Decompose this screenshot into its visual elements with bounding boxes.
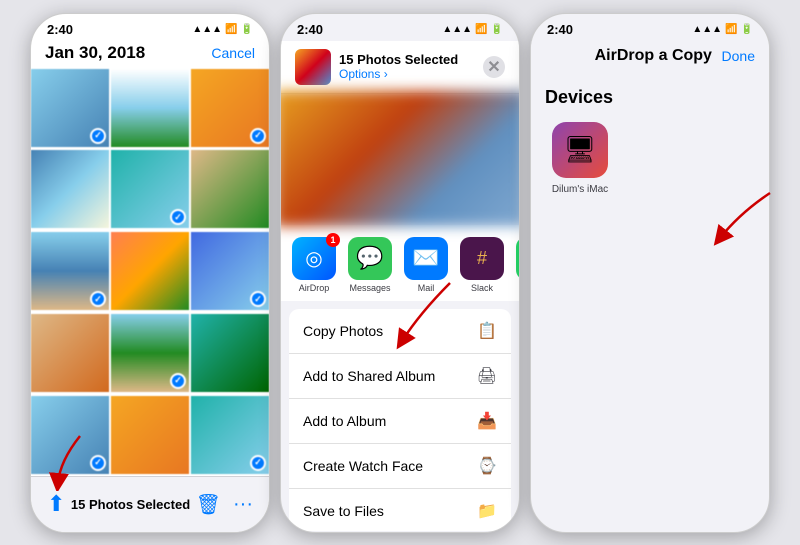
imac-icon[interactable]: 🖥 bbox=[552, 122, 608, 178]
status-icons-3: ▲▲▲ 📶 🔋 bbox=[692, 24, 753, 35]
done-button[interactable]: Done bbox=[722, 48, 755, 64]
add-shared-album-label: Add to Shared Album bbox=[303, 368, 435, 384]
photo-cell[interactable] bbox=[191, 314, 269, 392]
save-to-files-icon: 📁 bbox=[477, 501, 497, 521]
airdrop-label: AirDrop bbox=[299, 283, 330, 293]
photo-cell[interactable] bbox=[191, 232, 269, 310]
more-button[interactable]: ··· bbox=[233, 493, 253, 516]
time-1: 2:40 bbox=[47, 22, 73, 37]
airdrop-header: AirDrop a Copy Done bbox=[531, 41, 769, 71]
wifi-icon: 📶 bbox=[225, 24, 237, 35]
photo-cell[interactable] bbox=[111, 232, 189, 310]
messages-symbol: 💬 bbox=[356, 245, 383, 271]
photo-cell[interactable] bbox=[111, 150, 189, 228]
copy-photos-action[interactable]: Copy Photos 📋 bbox=[289, 309, 511, 354]
copy-photos-label: Copy Photos bbox=[303, 323, 383, 339]
create-watch-face-icon: ⌚ bbox=[477, 456, 497, 476]
photo-cell[interactable] bbox=[111, 314, 189, 392]
device-imac[interactable]: 🖥 Dilum's iMac bbox=[545, 122, 615, 195]
photos-header: Jan 30, 2018 Cancel bbox=[31, 41, 269, 69]
slack-label: Slack bbox=[471, 283, 493, 293]
status-icons-1: ▲▲▲ 📶 🔋 bbox=[192, 24, 253, 35]
app-mail[interactable]: ✉️ Mail bbox=[401, 237, 451, 294]
add-to-album-icon: 📥 bbox=[477, 411, 497, 431]
messages-label: Messages bbox=[349, 283, 390, 293]
selected-count: 15 Photos Selected bbox=[71, 497, 190, 512]
devices-label: Devices bbox=[545, 87, 755, 108]
airdrop-content: Devices 🖥 Dilum's iMac bbox=[531, 71, 769, 211]
close-button[interactable]: ✕ bbox=[483, 56, 505, 78]
share-thumbnail bbox=[295, 49, 331, 85]
mail-label: Mail bbox=[418, 283, 435, 293]
action-icons: 🗑 ··· bbox=[196, 492, 253, 517]
slack-icon[interactable]: # bbox=[460, 237, 504, 281]
photo-cell[interactable] bbox=[111, 69, 189, 147]
screen2-phone: 2:40 ▲▲▲ 📶 🔋 15 Photos Selected Options … bbox=[280, 13, 520, 533]
save-to-files-action[interactable]: Save to Files 📁 bbox=[289, 489, 511, 531]
status-bar-2: 2:40 ▲▲▲ 📶 🔋 bbox=[281, 14, 519, 41]
photo-cell[interactable] bbox=[31, 396, 109, 474]
app-messages[interactable]: 💬 Messages bbox=[345, 237, 395, 294]
share-title-area: 15 Photos Selected Options › bbox=[339, 52, 458, 81]
add-to-album-label: Add to Album bbox=[303, 413, 386, 429]
photo-cell[interactable] bbox=[111, 396, 189, 474]
share-preview-image bbox=[280, 90, 520, 225]
photo-grid bbox=[31, 69, 269, 476]
share-actions-list: Copy Photos 📋 Add to Shared Album 🖨 Add … bbox=[289, 309, 511, 531]
add-shared-album-icon: 🖨 bbox=[477, 366, 497, 386]
time-3: 2:40 bbox=[547, 22, 573, 37]
app-slack[interactable]: # Slack bbox=[457, 237, 507, 294]
photo-cell[interactable] bbox=[191, 150, 269, 228]
imac-symbol: 🖥 bbox=[563, 134, 596, 165]
battery-icon: 🔋 bbox=[241, 24, 253, 35]
share-sheet-header: 15 Photos Selected Options › ✕ bbox=[281, 41, 519, 94]
app-airdrop[interactable]: ◎ 1 AirDrop bbox=[289, 237, 339, 294]
whatsapp-icon[interactable]: 📱 bbox=[516, 237, 519, 281]
signal-icon: ▲▲▲ bbox=[442, 24, 472, 35]
date-label: Jan 30, 2018 bbox=[45, 43, 145, 63]
photo-cell[interactable] bbox=[31, 150, 109, 228]
photo-cell[interactable] bbox=[31, 314, 109, 392]
messages-icon[interactable]: 💬 bbox=[348, 237, 392, 281]
app-whatsapp[interactable]: 📱 Wh... bbox=[513, 237, 519, 294]
options-button[interactable]: Options › bbox=[339, 67, 458, 81]
photo-cell[interactable] bbox=[31, 232, 109, 310]
battery-icon: 🔋 bbox=[741, 24, 753, 35]
status-icons-2: ▲▲▲ 📶 🔋 bbox=[442, 24, 503, 35]
status-bar-1: 2:40 ▲▲▲ 📶 🔋 bbox=[31, 14, 269, 41]
mail-icon[interactable]: ✉️ bbox=[404, 237, 448, 281]
airdrop-symbol: ◎ bbox=[305, 246, 322, 271]
screen1-phone: 2:40 ▲▲▲ 📶 🔋 Jan 30, 2018 Cancel bbox=[30, 13, 270, 533]
save-to-files-label: Save to Files bbox=[303, 503, 384, 519]
status-bar-3: 2:40 ▲▲▲ 📶 🔋 bbox=[531, 14, 769, 41]
create-watch-face-label: Create Watch Face bbox=[303, 458, 423, 474]
add-to-album-action[interactable]: Add to Album 📥 bbox=[289, 399, 511, 444]
mail-symbol: ✉️ bbox=[412, 245, 439, 271]
photo-cell[interactable] bbox=[191, 396, 269, 474]
bottom-bar: ⬆ 15 Photos Selected 🗑 ··· bbox=[31, 476, 269, 532]
wifi-icon: 📶 bbox=[475, 24, 487, 35]
copy-photos-icon: 📋 bbox=[477, 321, 497, 341]
battery-icon: 🔋 bbox=[491, 24, 503, 35]
airdrop-title: AirDrop a Copy bbox=[595, 47, 712, 65]
share-header-left: 15 Photos Selected Options › bbox=[295, 49, 458, 85]
screen3-phone: 2:40 ▲▲▲ 📶 🔋 AirDrop a Copy Done Devices… bbox=[530, 13, 770, 533]
wifi-icon: 📶 bbox=[725, 24, 737, 35]
add-shared-album-action[interactable]: Add to Shared Album 🖨 bbox=[289, 354, 511, 399]
cancel-button[interactable]: Cancel bbox=[211, 45, 255, 61]
airdrop-badge: 1 bbox=[326, 233, 340, 247]
time-2: 2:40 bbox=[297, 22, 323, 37]
slack-symbol: # bbox=[477, 248, 487, 269]
share-button[interactable]: ⬆ bbox=[47, 491, 65, 517]
trash-button[interactable]: 🗑 bbox=[196, 492, 221, 517]
device-name-label: Dilum's iMac bbox=[552, 184, 608, 195]
airdrop-icon[interactable]: ◎ 1 bbox=[292, 237, 336, 281]
photo-cell[interactable] bbox=[31, 69, 109, 147]
signal-icon: ▲▲▲ bbox=[692, 24, 722, 35]
signal-icon: ▲▲▲ bbox=[192, 24, 222, 35]
photo-cell[interactable] bbox=[191, 69, 269, 147]
photos-count: 15 Photos Selected bbox=[339, 52, 458, 67]
create-watch-face-action[interactable]: Create Watch Face ⌚ bbox=[289, 444, 511, 489]
share-apps-row: ◎ 1 AirDrop 💬 Messages ✉️ Mail bbox=[281, 225, 519, 302]
